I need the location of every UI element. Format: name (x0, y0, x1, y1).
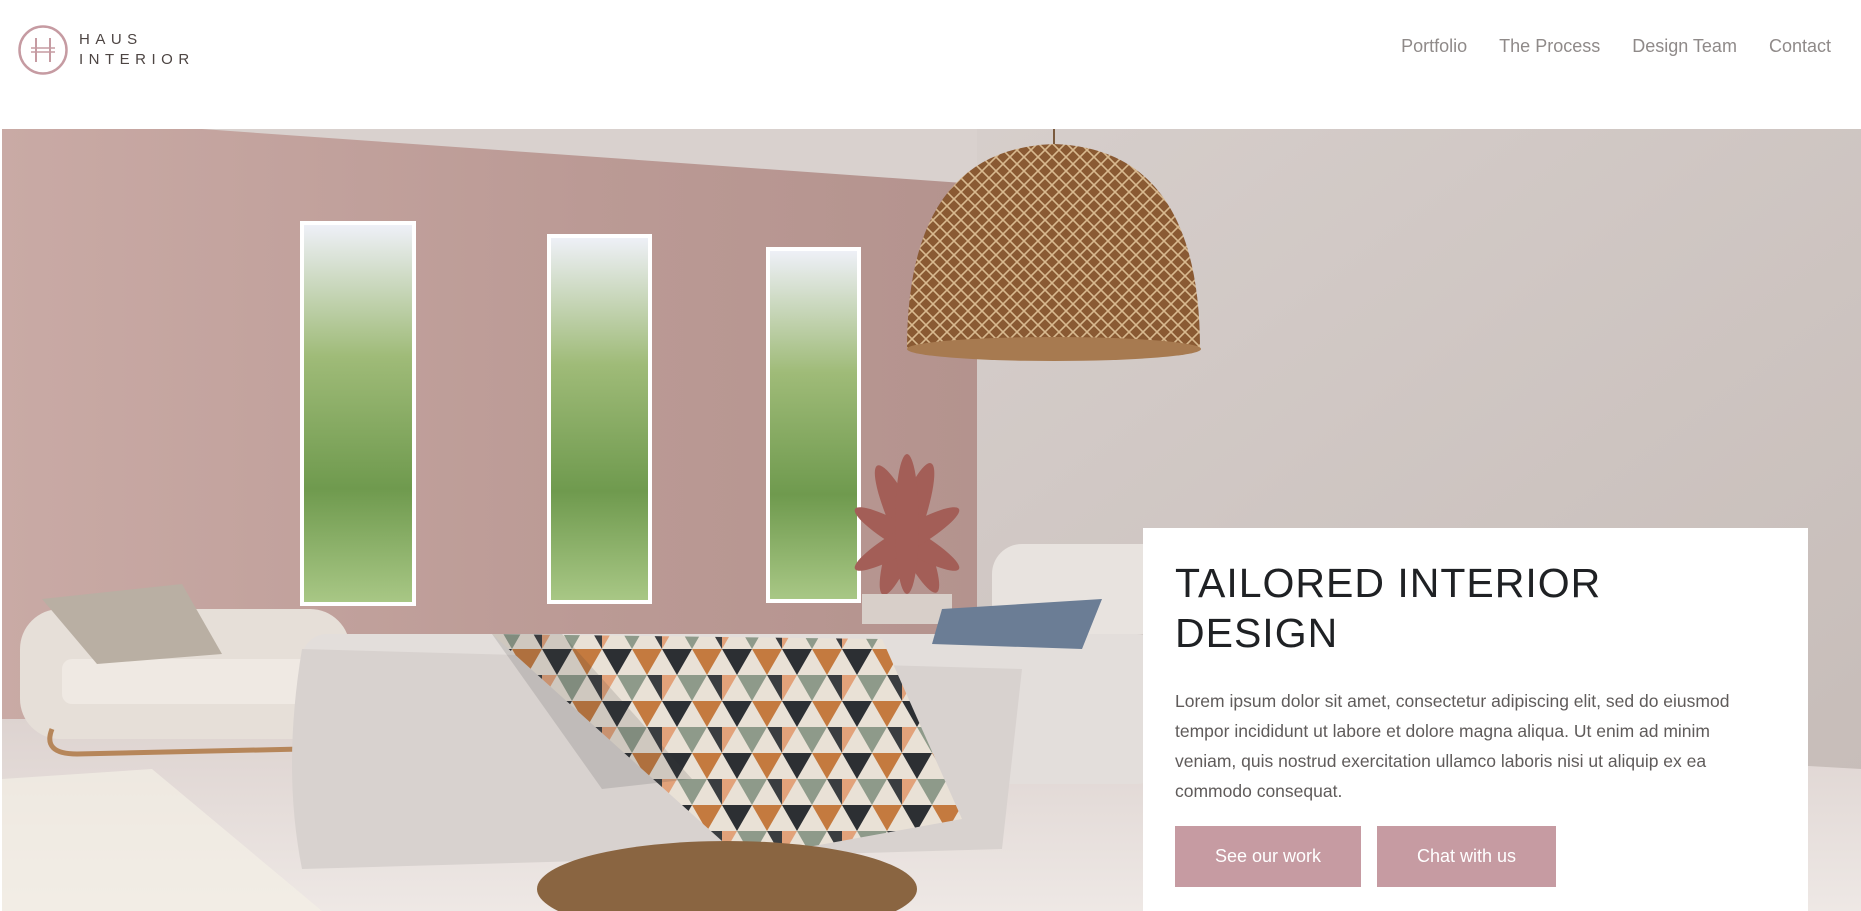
brand-line-1: HAUS (79, 31, 143, 48)
brand-wordmark: HAUS INTERIOR (79, 30, 195, 70)
see-our-work-button[interactable]: See our work (1175, 826, 1361, 887)
chat-with-us-button[interactable]: Chat with us (1377, 826, 1556, 887)
nav-link-the-process[interactable]: The Process (1499, 33, 1600, 59)
hero-body-text: Lorem ipsum dolor sit amet, consectetur … (1175, 691, 1730, 801)
hero-buttons: See our work Chat with us (1175, 826, 1776, 887)
hero-card: TAILORED INTERIOR DESIGN Lorem ipsum dol… (1143, 528, 1808, 911)
site-header: HAUS INTERIOR Portfolio The Process Desi… (0, 0, 1861, 129)
brand-logo[interactable]: HAUS INTERIOR (17, 24, 195, 76)
main-nav: Portfolio The Process Design Team Contac… (1369, 33, 1831, 59)
logo-mark-icon (18, 25, 68, 75)
nav-link-portfolio[interactable]: Portfolio (1401, 33, 1467, 59)
brand-line-2: INTERIOR (79, 51, 195, 68)
hero-section: TAILORED INTERIOR DESIGN Lorem ipsum dol… (2, 129, 1861, 911)
hero-title: TAILORED INTERIOR DESIGN (1175, 560, 1602, 656)
nav-link-contact[interactable]: Contact (1769, 33, 1831, 59)
nav-link-design-team[interactable]: Design Team (1632, 33, 1737, 59)
